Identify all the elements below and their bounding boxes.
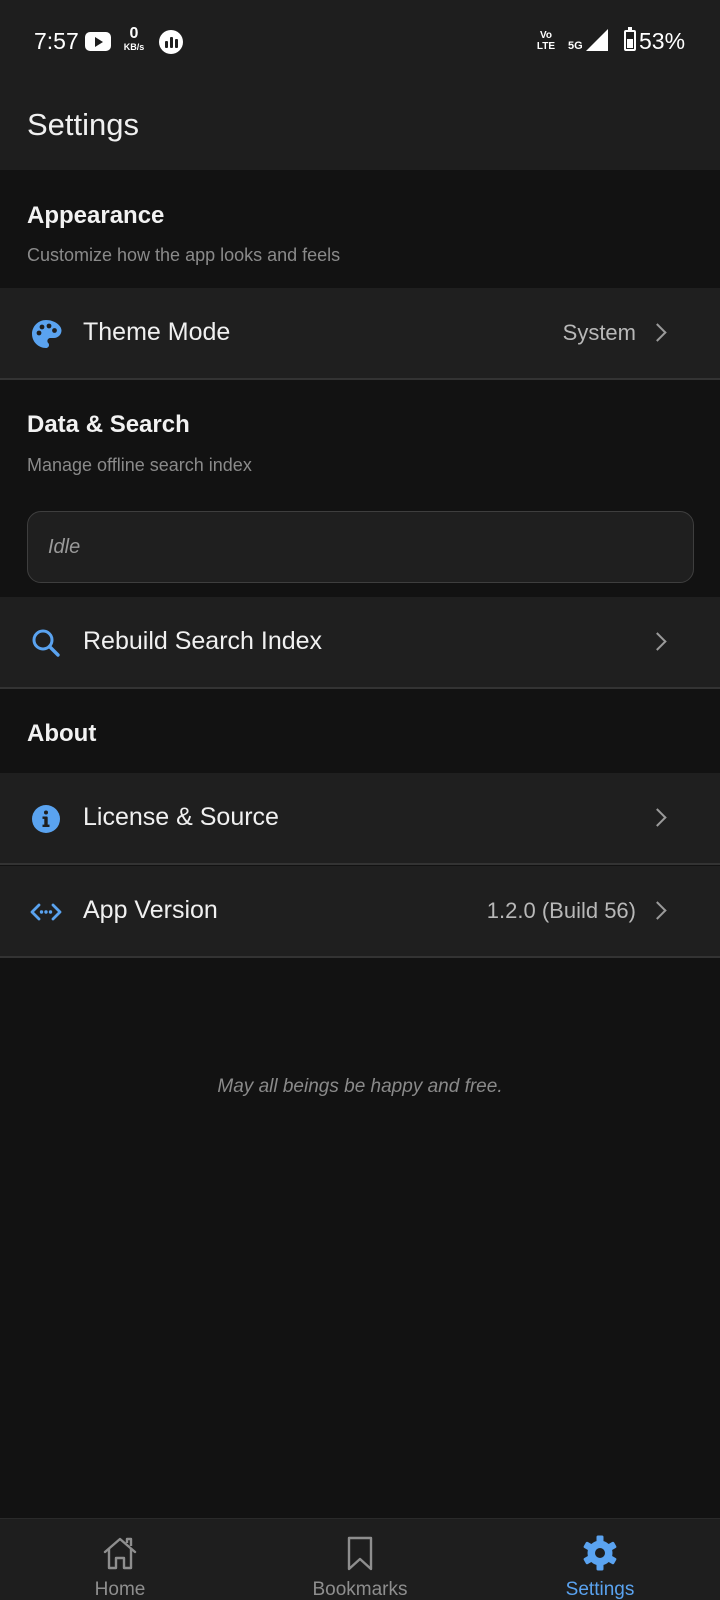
nav-item-home[interactable]: Home	[0, 1519, 240, 1600]
app-version-row[interactable]: App Version 1.2.0 (Build 56)	[0, 866, 720, 958]
section-subtitle-appearance: Customize how the app looks and feels	[27, 245, 341, 265]
search-icon	[32, 629, 60, 657]
index-status-box: Idle	[27, 511, 694, 583]
palette-icon	[32, 320, 62, 348]
license-row[interactable]: License & Source	[0, 773, 720, 865]
section-title-about: About	[27, 720, 97, 747]
section-subtitle-data-search: Manage offline search index	[27, 455, 252, 475]
bookmark-icon	[347, 1536, 373, 1571]
home-icon	[103, 1537, 137, 1570]
nav-label-home: Home	[94, 1579, 146, 1600]
chevron-right-icon	[648, 901, 667, 920]
stats-icon	[159, 30, 183, 54]
license-label: License & Source	[83, 803, 279, 831]
rebuild-index-label: Rebuild Search Index	[83, 627, 323, 655]
status-bar: 7:57 0 KB/s Vo LTE 5G 53%	[0, 0, 720, 84]
page-title: Settings	[27, 107, 140, 142]
chevron-right-icon	[648, 808, 667, 827]
nav-item-bookmarks[interactable]: Bookmarks	[240, 1519, 480, 1600]
status-time: 7:57	[34, 28, 79, 54]
app-version-label: App Version	[83, 896, 218, 924]
info-icon	[32, 805, 60, 833]
volte-line1: Vo	[539, 30, 553, 41]
volte-icon: Vo LTE	[535, 30, 557, 52]
footer-quote: May all beings be happy and free.	[217, 1076, 503, 1097]
theme-mode-value: System	[562, 320, 636, 345]
net-speed-unit: KB/s	[123, 42, 145, 52]
battery-icon	[624, 27, 636, 51]
net-speed-value: 0	[129, 25, 139, 42]
theme-mode-row[interactable]: Theme Mode System	[0, 288, 720, 380]
nav-label-bookmarks: Bookmarks	[312, 1579, 408, 1600]
signal-icon	[586, 29, 608, 51]
gear-icon	[583, 1535, 617, 1571]
nav-label-settings: Settings	[565, 1579, 635, 1600]
battery-percent: 53%	[639, 28, 686, 54]
bottom-nav: Home Bookmarks Settings	[0, 1518, 720, 1600]
volte-line2: LTE	[536, 41, 556, 52]
section-title-appearance: Appearance	[27, 202, 165, 229]
rebuild-index-row[interactable]: Rebuild Search Index	[0, 597, 720, 689]
section-title-data-search: Data & Search	[27, 411, 190, 438]
network-type: 5G	[568, 40, 583, 52]
net-speed-icon: 0 KB/s	[120, 25, 148, 53]
chevron-right-icon	[648, 632, 667, 651]
app-bar: Settings	[0, 84, 720, 170]
code-icon	[30, 903, 62, 921]
nav-item-settings[interactable]: Settings	[480, 1519, 720, 1600]
app-version-value: 1.2.0 (Build 56)	[486, 898, 636, 923]
index-status-text: Idle	[48, 536, 81, 558]
chevron-right-icon	[648, 323, 667, 342]
theme-mode-label: Theme Mode	[83, 318, 231, 346]
youtube-icon	[85, 32, 111, 51]
